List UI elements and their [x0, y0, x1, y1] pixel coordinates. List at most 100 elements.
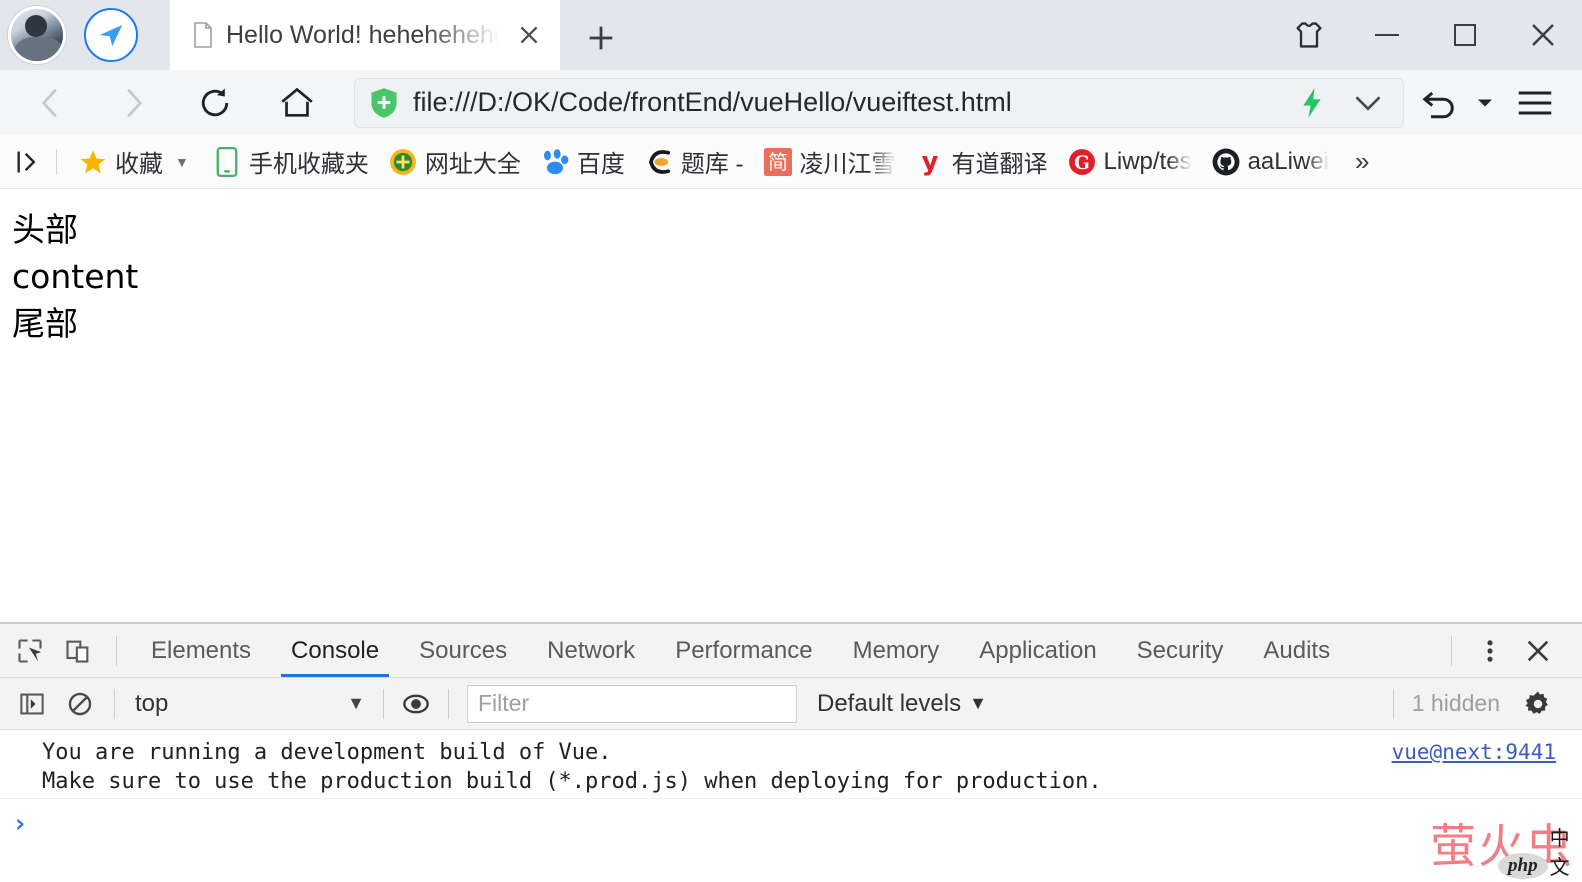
tab-label: Memory [852, 636, 940, 664]
tab-label: Console [291, 636, 380, 664]
bookmark-label: 收藏 [115, 151, 163, 178]
device-toolbar-icon[interactable] [54, 627, 102, 675]
tab-security[interactable]: Security [1117, 624, 1244, 677]
tab-sources[interactable]: Sources [399, 624, 527, 677]
svg-text:G: G [1074, 153, 1090, 174]
console-toolbar-divider-4 [1392, 688, 1394, 719]
console-context-label: top [135, 689, 169, 717]
bookmark-label: 手机收藏夹 [248, 151, 369, 178]
skin-icon[interactable] [1270, 0, 1348, 70]
chevron-down-icon: ▼ [969, 693, 987, 713]
address-bar[interactable]: file:///D:/OK/Code/frontEnd/vueHello/vue… [354, 77, 1404, 128]
inspect-element-icon[interactable] [6, 627, 54, 675]
bookmark-item-gitlab[interactable]: G Liwp/tes [1058, 140, 1202, 184]
tabs-area: Hello World! hehehehehe [170, 0, 642, 70]
undo-dropdown-caret-icon[interactable] [1472, 70, 1498, 135]
more-vertical-icon[interactable] [1466, 627, 1514, 675]
console-message-text: You are running a development build of V… [42, 740, 1102, 795]
document-icon [192, 22, 214, 48]
reload-icon[interactable] [174, 70, 256, 135]
console-toolbar-divider-2 [383, 688, 384, 719]
phone-icon [213, 146, 241, 177]
lightning-bolt-icon[interactable] [1291, 82, 1333, 124]
bookmark-label: 百度 [576, 151, 625, 178]
live-expression-icon[interactable] [392, 680, 440, 728]
titlebar-drag-region [642, 0, 1270, 70]
console-context-selector[interactable]: top ▼ [125, 684, 375, 724]
tab-elements[interactable]: Elements [131, 624, 271, 677]
tab-label: Security [1136, 636, 1224, 664]
gear-icon[interactable] [1514, 680, 1562, 728]
tab-title: Hello World! hehehehehe [226, 20, 500, 49]
bookmark-item-hao123[interactable]: 网址大全 [379, 140, 531, 184]
user-avatar[interactable] [8, 6, 66, 64]
bookmark-item-tiku[interactable]: 题库 - [635, 140, 754, 184]
bookmark-item-favorites[interactable]: 收藏 ▼ [69, 140, 203, 184]
chevron-down-icon[interactable]: ▼ [171, 154, 193, 170]
console-prompt-caret: › [12, 809, 28, 840]
bookmark-item-jianshu[interactable]: 简 凌川江雪 [754, 140, 906, 184]
tab-console[interactable]: Console [271, 624, 399, 677]
close-button[interactable] [1504, 0, 1582, 70]
console-message-source-link[interactable]: vue@next:9441 [1392, 738, 1570, 764]
plus-circle-icon [389, 148, 417, 176]
maximize-button[interactable] [1426, 0, 1504, 70]
tab-audits[interactable]: Audits [1243, 624, 1350, 677]
tab-label: Sources [419, 636, 508, 664]
console-filter-input[interactable]: Filter [467, 684, 797, 723]
undo-arrow-icon[interactable] [1410, 70, 1472, 135]
bookmark-label: 凌川江雪 [799, 151, 896, 178]
paper-plane-icon[interactable] [84, 8, 138, 62]
bookmark-item-mobile-favorites[interactable]: 手机收藏夹 [203, 140, 379, 184]
minimize-button[interactable] [1348, 0, 1426, 70]
baidu-paw-icon [541, 148, 569, 176]
c-logo-icon [645, 148, 673, 176]
bookmarks-divider [56, 148, 57, 175]
bookmarks-bar: 收藏 ▼ 手机收藏夹 网址大全 百度 题库 - 简 凌川江雪 y 有道翻译 G … [0, 135, 1582, 189]
hidden-messages-count: 1 hidden [1411, 690, 1500, 716]
devtools-panel: Elements Console Sources Network Perform… [0, 622, 1582, 882]
console-message[interactable]: You are running a development build of V… [0, 730, 1582, 800]
tab-strip: Hello World! hehehehehe [0, 0, 1582, 70]
back-arrow-icon[interactable] [10, 70, 92, 135]
sidebar-toggle-icon[interactable] [6, 140, 50, 184]
page-text-footer: 尾部 [12, 303, 78, 343]
tab-memory[interactable]: Memory [833, 624, 960, 677]
console-toolbar-divider-3 [448, 688, 449, 719]
tab-close-icon[interactable] [512, 18, 546, 52]
tab-network[interactable]: Network [527, 624, 655, 677]
console-input-row[interactable]: › [0, 799, 1582, 849]
tab-label: Network [547, 636, 636, 664]
tab-application[interactable]: Application [959, 624, 1116, 677]
levels-label: Default levels [817, 689, 962, 717]
new-tab-button[interactable] [560, 6, 642, 70]
devtools-divider [116, 635, 117, 666]
forward-arrow-icon[interactable] [92, 70, 174, 135]
jianshu-icon: 简 [763, 147, 792, 176]
browser-tab[interactable]: Hello World! hehehehehe [170, 0, 560, 70]
devtools-divider-right [1451, 635, 1452, 666]
bookmarks-overflow-button[interactable]: » [1339, 146, 1385, 177]
close-devtools-icon[interactable] [1514, 627, 1562, 675]
gitlab-icon: G [1068, 148, 1096, 176]
github-icon [1212, 148, 1240, 176]
chevron-down-icon[interactable] [1347, 82, 1389, 124]
bookmark-item-baidu[interactable]: 百度 [531, 140, 635, 184]
url-text: file:///D:/OK/Code/frontEnd/vueHello/vue… [413, 87, 1012, 117]
clear-console-icon[interactable] [56, 680, 104, 728]
bookmark-item-youdao[interactable]: y 有道翻译 [906, 140, 1058, 184]
home-icon[interactable] [256, 70, 338, 135]
console-sidebar-icon[interactable] [8, 680, 56, 728]
bookmark-label: aaLiwei [1247, 147, 1329, 175]
svg-text:y: y [921, 148, 938, 176]
profile-zone [0, 0, 170, 70]
chevron-down-icon: ▼ [347, 693, 365, 713]
tab-label: Application [979, 636, 1097, 664]
hamburger-menu-icon[interactable] [1498, 70, 1572, 135]
console-levels-selector[interactable]: Default levels ▼ [807, 690, 997, 718]
bookmark-item-github[interactable]: aaLiwei [1202, 140, 1339, 184]
svg-text:简: 简 [768, 151, 788, 174]
bookmark-label: 网址大全 [424, 151, 521, 178]
console-output[interactable]: You are running a development build of V… [0, 730, 1582, 882]
tab-performance[interactable]: Performance [655, 624, 832, 677]
